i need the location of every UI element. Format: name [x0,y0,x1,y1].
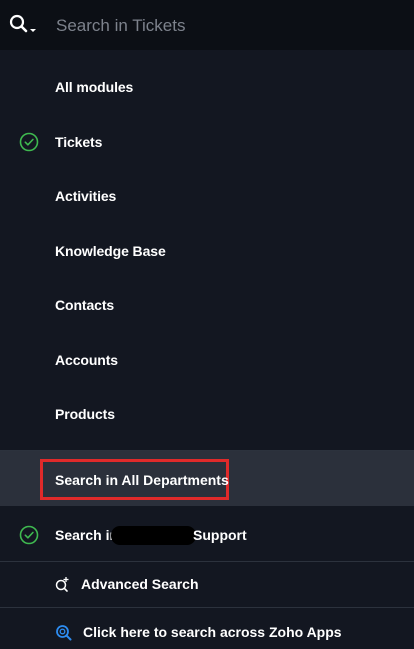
divider [0,607,414,608]
advanced-search-option[interactable]: Advanced Search [0,562,414,606]
module-item-products[interactable]: Products [0,394,414,434]
support-label-prefix: Search in [55,527,119,543]
search-in-support-option[interactable]: Search in Support [0,513,414,557]
check-circle-icon [19,132,39,152]
module-label: Activities [55,188,117,204]
module-item-activities[interactable]: Activities [0,176,414,216]
redacted-text [111,526,196,545]
module-label: Products [55,406,115,422]
module-label: All modules [55,79,134,95]
module-item-knowledge-base[interactable]: Knowledge Base [0,231,414,271]
search-zoho-apps-label: Click here to search across Zoho Apps [83,624,342,640]
search-zoho-apps-link[interactable]: Click here to search across Zoho Apps [0,609,414,649]
module-item-contacts[interactable]: Contacts [0,285,414,325]
advanced-search-label: Advanced Search [81,576,199,592]
module-label: Knowledge Base [55,243,166,259]
module-label: Accounts [55,352,118,368]
search-input[interactable] [56,13,396,39]
search-bar [0,0,414,50]
module-item-tickets[interactable]: Tickets [0,122,414,162]
module-label: Contacts [55,297,115,313]
advanced-search-icon [54,576,70,593]
search-icon[interactable] [8,14,40,36]
zoho-search-icon [55,624,72,641]
check-circle-icon [19,525,39,545]
module-item-all-modules[interactable]: All modules [0,67,414,107]
module-item-accounts[interactable]: Accounts [0,340,414,380]
module-label: Tickets [55,134,103,150]
support-label-suffix: Support [193,527,247,543]
search-all-departments-option[interactable]: Search in All Departments [0,451,414,506]
search-all-departments-label: Search in All Departments [55,472,229,488]
